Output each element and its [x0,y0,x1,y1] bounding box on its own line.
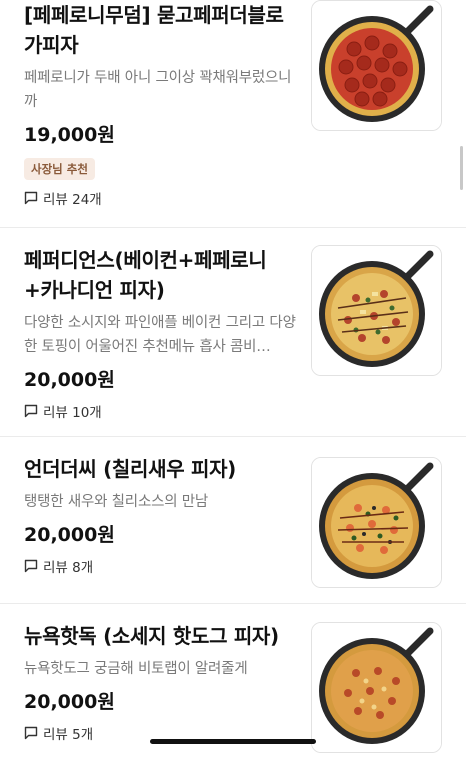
menu-item-description: 다양한 소시지와 파인애플 베이컨 그리고 다양한 토핑이 어울어진 추천메뉴 … [24,315,296,355]
pizza-pepperoni-image [312,1,441,130]
menu-item-title: 뉴욕핫독 (소세지 핫도그 피자) [24,624,279,648]
menu-item-image[interactable] [311,0,442,131]
review-count: 리뷰 24개 [24,188,300,208]
menu-item[interactable]: 언더더씨 (칠리새우 피자) 탱탱한 새우와 칠리소스의 만남 20,000원 … [0,437,466,604]
menu-item-price: 20,000원 [24,691,115,713]
pizza-hotdog-image [312,623,441,752]
menu-item-image[interactable] [311,457,442,588]
menu-item-description: 페페로니가 두배 아니 그이상 꽉채워부렀으니까 [24,70,292,110]
menu-item-info: 언더더씨 (칠리새우 피자) 탱탱한 새우와 칠리소스의 만남 20,000원 … [24,454,300,576]
menu-item[interactable]: [페페로니무덤] 묻고페퍼더블로가피자 페페로니가 두배 아니 그이상 꽉채워부… [0,0,466,228]
scrollbar[interactable] [460,146,463,190]
comment-icon [24,404,38,418]
home-indicator[interactable] [150,739,316,744]
recommend-badge: 사장님 추천 [24,158,95,180]
menu-item-info: 뉴욕핫독 (소세지 핫도그 피자) 뉴욕핫도그 궁금해 비토랩이 알려줄게 20… [24,621,300,743]
pizza-mixed-image [312,246,441,375]
comment-icon [24,559,38,573]
menu-item-title: [페페로니무덤] 묻고페퍼더블로가피자 [24,3,284,57]
menu-item-description: 뉴욕핫도그 궁금해 비토랩이 알려줄게 [24,661,248,677]
comment-icon [24,726,38,740]
review-count: 리뷰 8개 [24,556,300,576]
menu-item-description: 탱탱한 새우와 칠리소스의 만남 [24,494,209,510]
menu-item-price: 20,000원 [24,524,115,546]
review-count-label: 리뷰 10개 [43,405,102,421]
menu-item-title: 페퍼디언스(베이컨+페페로니+카나디언 피자) [24,248,267,302]
comment-icon [24,191,38,205]
review-count-label: 리뷰 24개 [43,192,102,208]
review-count: 리뷰 10개 [24,401,300,421]
pizza-shrimp-image [312,458,441,587]
menu-item-image[interactable] [311,245,442,376]
menu-item-info: [페페로니무덤] 묻고페퍼더블로가피자 페페로니가 두배 아니 그이상 꽉채워부… [24,0,300,208]
review-count-label: 리뷰 5개 [43,727,94,743]
menu-list: [페페로니무덤] 묻고페퍼더블로가피자 페페로니가 두배 아니 그이상 꽉채워부… [0,0,466,764]
menu-item[interactable]: 페퍼디언스(베이컨+페페로니+카나디언 피자) 다양한 소시지와 파인애플 베이… [0,228,466,437]
review-count-label: 리뷰 8개 [43,560,94,576]
menu-item-price: 19,000원 [24,124,115,146]
menu-item-title: 언더더씨 (칠리새우 피자) [24,457,237,481]
menu-item-price: 20,000원 [24,369,115,391]
menu-item-image[interactable] [311,622,442,753]
menu-item-info: 페퍼디언스(베이컨+페페로니+카나디언 피자) 다양한 소시지와 파인애플 베이… [24,245,300,421]
